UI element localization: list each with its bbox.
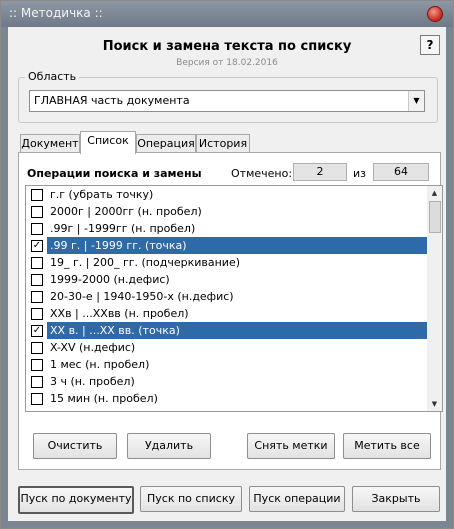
run-operation-button[interactable]: Пуск операции (249, 486, 345, 512)
list-item[interactable]: XXв | ...XXвв (н. пробел) (26, 305, 428, 322)
run-list-button[interactable]: Пуск по списку (140, 486, 242, 512)
list-item[interactable]: г.г (убрать точку) (26, 186, 428, 203)
item-label: 3 ч (н. пробел) (50, 375, 135, 388)
area-label: Область (25, 70, 80, 83)
clear-button[interactable]: Очистить (33, 433, 117, 459)
version-label: Версия от 18.02.2016 (176, 58, 278, 68)
area-selected-value: ГЛАВНАЯ часть документа (34, 94, 190, 107)
list-item[interactable]: .99г | -1999гг (н. пробел) (26, 220, 428, 237)
scroll-up-icon[interactable]: ▲ (427, 186, 442, 200)
list-item[interactable]: 3 ч (н. пробел) (26, 373, 428, 390)
item-label: XX в. | ...XX вв. (точка) (47, 322, 428, 339)
item-checkbox[interactable] (31, 257, 43, 269)
total-count: 64 (373, 163, 429, 181)
item-label: 20-30-е | 1940-1950-х (н.дефис) (50, 290, 234, 303)
item-label: 15 мин (н. пробел) (50, 392, 158, 405)
item-checkbox[interactable] (31, 359, 43, 371)
dialog-body: Поиск и замена текста по списку Версия о… (8, 27, 446, 521)
item-checkbox[interactable] (31, 342, 43, 354)
item-checkbox[interactable] (31, 308, 43, 320)
item-label: .99г | -1999гг (н. пробел) (50, 222, 196, 235)
list-item[interactable]: ✓ XX в. | ...XX вв. (точка) (26, 322, 428, 339)
item-checkbox[interactable] (31, 223, 43, 235)
tab-history[interactable]: История (196, 134, 250, 153)
operations-title: Операции поиска и замены (27, 167, 202, 180)
list-item[interactable]: 1999-2000 (н.дефис) (26, 271, 428, 288)
item-checkbox[interactable] (31, 291, 43, 303)
list-item[interactable]: X-XV (н.дефис) (26, 339, 428, 356)
marked-count: 2 (293, 163, 347, 181)
title-bar[interactable]: :: Методичка :: (1, 1, 453, 27)
of-label: из (353, 167, 366, 180)
delete-button[interactable]: Удалить (127, 433, 211, 459)
item-checkbox[interactable] (31, 393, 43, 405)
scroll-down-icon[interactable]: ▼ (427, 397, 442, 411)
item-label: .99 г. | -1999 гг. (точка) (47, 237, 428, 254)
item-label: 1 мес (н. пробел) (50, 358, 150, 371)
item-label: 2000г | 2000гг (н. пробел) (50, 205, 202, 218)
run-document-button[interactable]: Пуск по документу (18, 486, 134, 514)
window-title: :: Методичка :: (9, 6, 103, 20)
dialog-heading: Поиск и замена текста по списку (102, 39, 352, 54)
item-label: XXв | ...XXвв (н. пробел) (50, 307, 189, 320)
item-checkbox[interactable] (31, 274, 43, 286)
item-label: 19_ г. | 200_ гг. (подчеркивание) (50, 256, 240, 269)
list-item[interactable]: 1 мес (н. пробел) (26, 356, 428, 373)
list-item[interactable]: 2000г | 2000гг (н. пробел) (26, 203, 428, 220)
operations-list[interactable]: г.г (убрать точку) 2000г | 2000гг (н. про… (25, 185, 429, 412)
marked-label: Отмечено: (231, 167, 293, 180)
item-label: 1999-2000 (н.дефис) (50, 273, 170, 286)
item-label: г.г (убрать точку) (50, 188, 154, 201)
chevron-down-icon[interactable]: ▼ (408, 91, 424, 111)
help-button[interactable]: ? (420, 35, 440, 55)
list-item[interactable]: 20-30-е | 1940-1950-х (н.дефис) (26, 288, 428, 305)
item-checkbox[interactable] (31, 206, 43, 218)
item-checkbox[interactable] (31, 189, 43, 201)
close-window-icon[interactable] (427, 6, 443, 22)
tab-operation[interactable]: Операция (136, 134, 196, 153)
item-checkbox[interactable] (31, 376, 43, 388)
tab-document[interactable]: Документ (20, 134, 80, 153)
item-checkbox[interactable]: ✓ (31, 325, 43, 337)
close-button[interactable]: Закрыть (352, 486, 440, 512)
list-item[interactable]: 15 мин (н. пробел) (26, 390, 428, 407)
list-item[interactable]: 19_ г. | 200_ гг. (подчеркивание) (26, 254, 428, 271)
app-window: :: Методичка :: Поиск и замена текста по… (0, 0, 454, 529)
tab-list[interactable]: Список (80, 131, 136, 154)
mark-all-button[interactable]: Метить все (343, 433, 431, 459)
list-scrollbar[interactable]: ▲ ▼ (427, 185, 443, 412)
item-checkbox[interactable]: ✓ (31, 240, 43, 252)
list-item[interactable]: ✓ .99 г. | -1999 гг. (точка) (26, 237, 428, 254)
unmark-button[interactable]: Снять метки (247, 433, 335, 459)
area-dropdown[interactable]: ГЛАВНАЯ часть документа ▼ (29, 90, 425, 112)
list-panel: Операции поиска и замены Отмечено: 2 из … (18, 152, 443, 470)
area-group: Область ГЛАВНАЯ часть документа ▼ (18, 70, 438, 123)
item-label: X-XV (н.дефис) (50, 341, 136, 354)
scroll-thumb[interactable] (429, 201, 441, 233)
